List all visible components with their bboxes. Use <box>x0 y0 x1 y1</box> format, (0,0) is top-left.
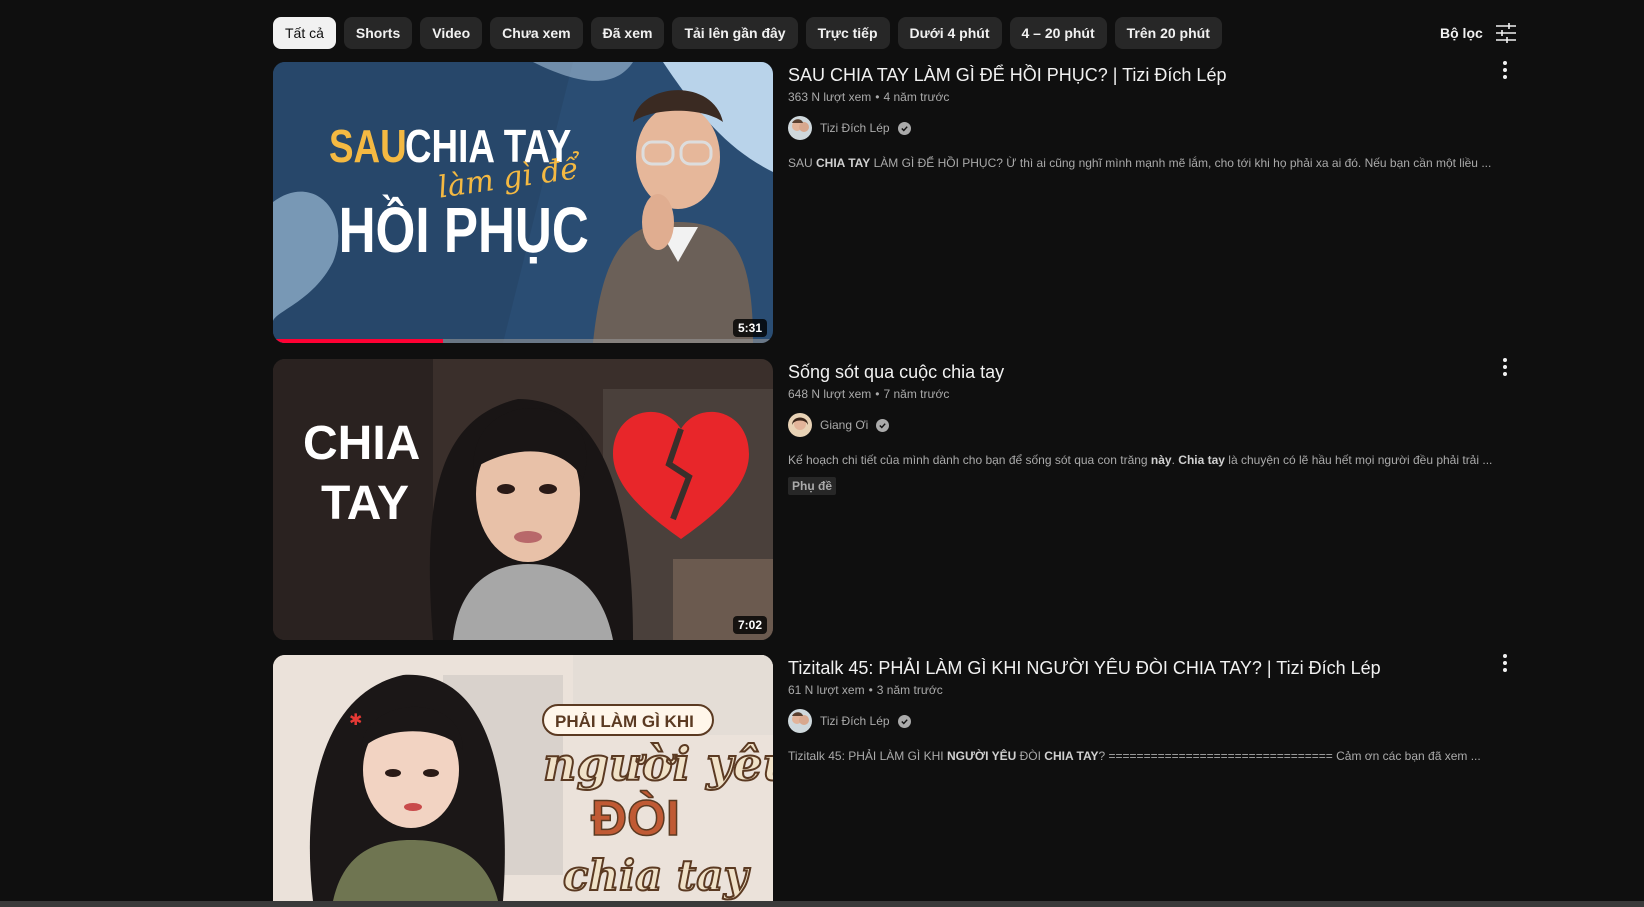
video-thumbnail[interactable]: CHIA TAY 7:02 <box>273 359 773 640</box>
description-text: SAU <box>788 156 817 170</box>
thumb-text: SAU <box>329 120 407 172</box>
filter-chip-bar: Tất cả Shorts Video Chưa xem Đã xem Tải … <box>273 17 1222 49</box>
thumb-text: ĐÒI <box>591 790 680 846</box>
view-count: 61 N lượt xem <box>788 683 865 697</box>
channel-avatar[interactable] <box>788 116 812 140</box>
video-description: SAU CHIA TAY LÀM GÌ ĐỂ HỒI PHỤC? Ừ thì a… <box>788 154 1492 172</box>
verified-check-icon <box>876 418 890 432</box>
video-info: SAU CHIA TAY LÀM GÌ ĐỂ HỒI PHỤC? | Tizi … <box>788 62 1492 172</box>
video-title[interactable]: Tizitalk 45: PHẢI LÀM GÌ KHI NGƯỜI YÊU Đ… <box>788 655 1488 681</box>
anger-mark: ✱ <box>349 712 362 729</box>
video-meta: 363 N lượt xem • 4 năm trước <box>788 90 950 104</box>
subtitles-badge: Phụ đề <box>788 477 837 495</box>
description-text: ĐÒI <box>1016 749 1045 763</box>
description-highlight: CHIA TAY <box>1044 749 1099 763</box>
chip-video[interactable]: Video <box>420 17 483 49</box>
description-text: LÀM GÌ ĐỂ HỒI PHỤC? Ừ thì ai cũng nghĩ m… <box>870 156 1492 170</box>
upload-age: 3 năm trước <box>876 683 943 697</box>
channel-name[interactable]: Tizi Đích Lép <box>820 121 890 135</box>
more-options-button[interactable] <box>1493 357 1517 381</box>
thumb-text: người yêu <box>543 737 773 791</box>
chip-all[interactable]: Tất cả <box>273 17 336 49</box>
thumb-text: PHẢI LÀM GÌ KHI <box>555 712 694 731</box>
upload-age: 7 năm trước <box>883 387 950 401</box>
description-text: Kế hoạch chi tiết của mình dành cho bạn … <box>788 453 1151 467</box>
filters-button[interactable]: Bộ lọc <box>1440 17 1517 49</box>
chip-shorts[interactable]: Shorts <box>343 17 413 49</box>
sliders-icon <box>1495 23 1517 43</box>
chip-4-20-min[interactable]: 4 – 20 phút <box>1009 17 1107 49</box>
description-highlight: này <box>1150 453 1172 467</box>
channel-row[interactable]: Tizi Đích Lép <box>788 116 1488 140</box>
description-text: là chuyện có lẽ hầu hết mọi người đều ph… <box>1224 453 1493 467</box>
video-info: Sống sót qua cuộc chia tay 648 N lượt xe… <box>788 359 1492 495</box>
video-duration: 5:31 <box>732 319 767 337</box>
watch-progress-bar <box>273 339 773 343</box>
thumb-text: HỒI PHỤC <box>339 195 589 267</box>
more-options-button[interactable] <box>1493 60 1517 84</box>
verified-check-icon <box>897 121 911 135</box>
chip-unwatched[interactable]: Chưa xem <box>490 17 583 49</box>
watch-progress-fill <box>273 339 443 343</box>
channel-row[interactable]: Giang Ơi <box>788 413 1488 437</box>
more-options-button[interactable] <box>1493 653 1517 677</box>
thumb-text: CHIA <box>303 417 420 470</box>
video-info: Tizitalk 45: PHẢI LÀM GÌ KHI NGƯỜI YÊU Đ… <box>788 655 1488 765</box>
video-result[interactable]: SAU CHIA TAY làm gì để HỒI PHỤC 5:31 SAU… <box>273 60 1523 343</box>
description-highlight: Chia tay <box>1178 453 1225 467</box>
video-thumbnail[interactable]: ✱ PHẢI LÀM GÌ KHI người yêu ĐÒI chia tay <box>273 655 773 901</box>
channel-avatar[interactable] <box>788 413 812 437</box>
channel-name[interactable]: Tizi Đích Lép <box>820 714 890 728</box>
thumb-text: TAY <box>321 477 409 530</box>
video-meta: 61 N lượt xem • 3 năm trước <box>788 683 943 697</box>
chip-over-20-min[interactable]: Trên 20 phút <box>1114 17 1222 49</box>
horizontal-scrollbar[interactable] <box>0 901 1644 907</box>
three-dots-vertical-icon <box>1503 357 1507 381</box>
thumb-text: chia tay <box>563 851 751 900</box>
description-highlight: NGƯỜI YÊU <box>946 749 1017 763</box>
description-text: ? ================================ Cảm ơ… <box>1098 749 1481 763</box>
filters-label: Bộ lọc <box>1440 25 1483 41</box>
description-text: Tizitalk 45: PHẢI LÀM GÌ KHI <box>788 749 947 763</box>
chip-recently-uploaded[interactable]: Tải lên gần đây <box>672 17 798 49</box>
video-title[interactable]: Sống sót qua cuộc chia tay <box>788 359 1488 385</box>
video-result[interactable]: CHIA TAY 7:02 Sống sót qua cuộc chia tay… <box>273 357 1523 640</box>
three-dots-vertical-icon <box>1503 653 1507 677</box>
video-duration: 7:02 <box>732 616 767 634</box>
channel-row[interactable]: Tizi Đích Lép <box>788 709 1488 733</box>
chip-under-4-min[interactable]: Dưới 4 phút <box>897 17 1002 49</box>
chip-live[interactable]: Trực tiếp <box>805 17 890 49</box>
chip-watched[interactable]: Đã xem <box>590 17 665 49</box>
view-count: 648 N lượt xem <box>788 387 872 401</box>
three-dots-vertical-icon <box>1503 60 1507 84</box>
video-description: Kế hoạch chi tiết của mình dành cho bạn … <box>788 451 1492 469</box>
video-result[interactable]: ✱ PHẢI LÀM GÌ KHI người yêu ĐÒI chia tay… <box>273 653 1523 907</box>
video-title[interactable]: SAU CHIA TAY LÀM GÌ ĐỂ HỒI PHỤC? | Tizi … <box>788 62 1488 88</box>
view-count: 363 N lượt xem <box>788 90 872 104</box>
description-highlight: CHIA TAY <box>816 156 871 170</box>
video-thumbnail[interactable]: SAU CHIA TAY làm gì để HỒI PHỤC 5:31 <box>273 62 773 343</box>
channel-avatar[interactable] <box>788 709 812 733</box>
channel-name[interactable]: Giang Ơi <box>820 418 868 432</box>
video-meta: 648 N lượt xem • 7 năm trước <box>788 387 950 401</box>
video-description: Tizitalk 45: PHẢI LÀM GÌ KHI NGƯỜI YÊU Đ… <box>788 747 1488 765</box>
verified-check-icon <box>897 714 911 728</box>
upload-age: 4 năm trước <box>883 90 950 104</box>
